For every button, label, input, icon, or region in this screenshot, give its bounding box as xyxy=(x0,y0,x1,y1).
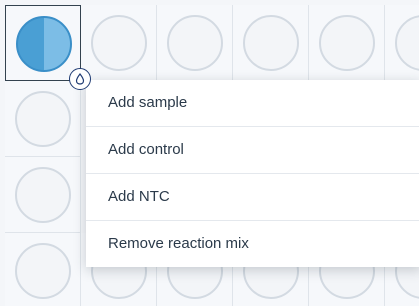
plate-cell[interactable] xyxy=(233,5,309,81)
plate-cell[interactable] xyxy=(5,157,81,233)
menu-item-remove-reaction-mix[interactable]: Remove reaction mix xyxy=(86,221,419,267)
menu-item-add-ntc[interactable]: Add NTC xyxy=(86,174,419,221)
plate-cell[interactable] xyxy=(81,5,157,81)
well[interactable] xyxy=(319,15,375,71)
plate-cell[interactable] xyxy=(5,233,81,306)
plate-editor: Add sample Add control Add NTC Remove re… xyxy=(0,0,419,306)
well[interactable] xyxy=(15,243,71,299)
droplet-icon xyxy=(75,73,85,85)
well[interactable] xyxy=(91,15,147,71)
plate-cell[interactable] xyxy=(157,5,233,81)
plate-cell[interactable] xyxy=(5,81,81,157)
well[interactable] xyxy=(167,15,223,71)
well-selected[interactable] xyxy=(16,16,72,72)
well[interactable] xyxy=(243,15,299,71)
well[interactable] xyxy=(15,91,71,147)
well[interactable] xyxy=(15,167,71,223)
plate-cell[interactable] xyxy=(5,5,81,81)
plate-cell[interactable] xyxy=(309,5,385,81)
well[interactable] xyxy=(395,15,419,71)
well-context-menu: Add sample Add control Add NTC Remove re… xyxy=(86,80,419,267)
menu-item-add-sample[interactable]: Add sample xyxy=(86,80,419,127)
droplet-badge[interactable] xyxy=(69,68,91,90)
plate-cell[interactable] xyxy=(385,5,419,81)
menu-item-add-control[interactable]: Add control xyxy=(86,127,419,174)
